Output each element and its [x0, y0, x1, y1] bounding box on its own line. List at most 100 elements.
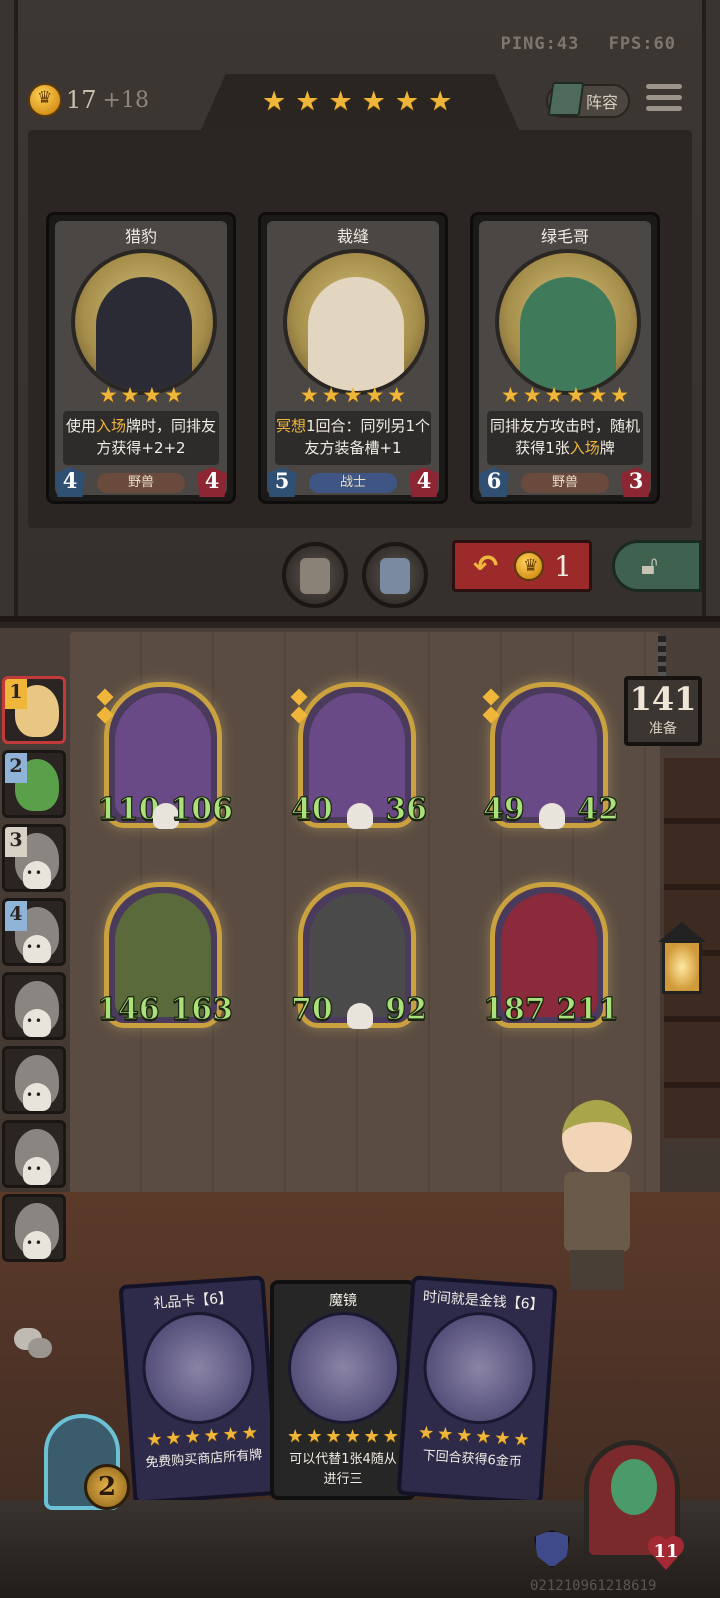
board-minion[interactable]: 187 211	[482, 882, 620, 1028]
street-lamp	[654, 910, 710, 1020]
hand-card[interactable]: 礼品卡【6】 ★ ★ ★ ★ ★ ★ 免费购买商店所有牌	[118, 1275, 280, 1505]
minion-health: 42	[577, 792, 620, 827]
card-description: 同排友方攻击时，随机获得1张入场牌	[487, 411, 643, 465]
player-slot[interactable]: 3	[2, 824, 66, 892]
gift-card-art	[138, 1308, 259, 1428]
ready-counter: 141 准备	[624, 676, 702, 746]
skull-icon	[23, 1009, 51, 1037]
skull-icon	[23, 1157, 51, 1185]
board-minion[interactable]: 110 106	[96, 682, 234, 829]
star-icon: ★	[287, 1426, 304, 1447]
attack-value: 6	[479, 467, 509, 497]
star-icon: ★	[382, 1426, 399, 1447]
refresh-cost: 1	[554, 549, 572, 583]
magic-mirror-art	[288, 1312, 400, 1424]
star-icon: ★	[544, 383, 564, 407]
star-icon: ★	[588, 383, 608, 407]
skull-icon	[23, 1231, 51, 1259]
player-slot[interactable]	[2, 1046, 66, 1114]
attack-value: 4	[55, 467, 85, 497]
player-rank: 4	[5, 901, 27, 931]
minion-attack: 146	[96, 992, 160, 1027]
player-slot[interactable]: 1	[2, 676, 66, 744]
lock-button[interactable]: 🔓︎	[612, 540, 702, 592]
hero-avatar	[548, 1094, 644, 1294]
minion-health: 92	[385, 992, 428, 1027]
lantern-icon	[380, 558, 410, 594]
gold-coin-icon	[514, 551, 545, 581]
star-icon: ★	[394, 86, 420, 117]
minion-attack: 40	[290, 792, 333, 827]
star-icon: ★	[474, 1426, 493, 1449]
player-rank: 2	[5, 753, 27, 783]
health-value: 4	[409, 467, 439, 497]
card-name: 裁缝	[336, 227, 369, 246]
star-icon: ★	[164, 1427, 183, 1450]
lock-icon: 🔓︎	[641, 551, 658, 581]
health-value: 4	[197, 467, 227, 497]
tribe-label: 战士	[309, 473, 397, 493]
star-icon: ★	[164, 383, 184, 407]
minion-health: 106	[170, 792, 234, 827]
tavern-tier-button[interactable]: 2	[34, 1414, 138, 1514]
refresh-icon: ↶	[473, 548, 499, 584]
hand-card-name: 魔镜	[329, 1293, 357, 1309]
star-icon: ★	[145, 1428, 164, 1451]
card-name: 绿毛哥	[540, 227, 589, 246]
card-stars: ★ ★ ★ ★	[49, 385, 233, 406]
panther-art	[96, 277, 192, 391]
minion-health: 211	[556, 992, 620, 1027]
star-icon: ★	[222, 1423, 240, 1446]
hand-card[interactable]: 魔镜 ★ ★ ★ ★ ★ ★ 可以代替1张4随从进行三	[270, 1280, 416, 1500]
star-icon: ★	[387, 383, 407, 407]
attack-value: 5	[267, 467, 297, 497]
card-description: 冥想1回合：同列另1个友方装备槽+1	[275, 411, 431, 465]
ready-count: 141	[629, 680, 697, 718]
gold-counter: 17 +18	[28, 82, 149, 118]
tavern-tier: 2	[84, 1464, 130, 1510]
shop-card[interactable]: 猎豹 ★ ★ ★ ★ 使用入场牌时，同排友方获得+2+2 4 野兽 4	[46, 212, 236, 504]
star-icon: ★	[363, 1426, 380, 1447]
board-minion[interactable]: 146 163	[96, 882, 234, 1028]
star-icon: ★	[299, 383, 319, 407]
menu-button[interactable]	[646, 84, 682, 116]
star-icon: ★	[522, 383, 542, 407]
ping-readout: PING:43	[500, 34, 580, 54]
freeze-button[interactable]	[362, 542, 428, 608]
player-slot[interactable]	[2, 1194, 66, 1262]
board-minion[interactable]: 40 36	[290, 682, 428, 829]
star-icon: ★	[183, 1426, 202, 1449]
chain-decoration	[658, 636, 666, 678]
fps-readout: FPS:60	[608, 34, 676, 54]
star-icon: ★	[120, 383, 140, 407]
board-minion[interactable]: 49 42	[482, 682, 620, 829]
trinket-button[interactable]	[282, 542, 348, 608]
network-status: PING:43 FPS:60	[483, 34, 676, 54]
minion-attack: 187	[482, 992, 546, 1027]
player-rank: 1	[5, 679, 27, 709]
star-icon: ★	[417, 1422, 435, 1445]
star-icon: ★	[361, 86, 386, 117]
star-icon: ★	[493, 1427, 512, 1450]
hand-card-name: 礼品卡【6】	[152, 1290, 233, 1312]
card-description: 使用入场牌时，同排友方获得+2+2	[63, 411, 219, 465]
user-id: 0212109612186​19	[530, 1578, 657, 1594]
player-slot[interactable]	[2, 1120, 66, 1188]
skull-icon	[23, 1083, 51, 1111]
star-icon: ★	[241, 1422, 259, 1445]
skull-icon	[347, 1003, 373, 1029]
gold-bonus: +18	[102, 87, 149, 113]
shop-card[interactable]: 绿毛哥 ★ ★ ★ ★ ★ ★ 同排友方攻击时，随机获得1张入场牌 6 野兽 3	[470, 212, 660, 504]
board-minion[interactable]: 70 92	[290, 882, 428, 1029]
player-slot[interactable]: 2	[2, 750, 66, 818]
player-slot[interactable]	[2, 972, 66, 1040]
shop-card[interactable]: 裁缝 ★ ★ ★ ★ ★ 冥想1回合：同列另1个友方装备槽+1 5 战士 4	[258, 212, 448, 504]
hand-card[interactable]: 时间就是金钱【6】 ★ ★ ★ ★ ★ ★ 下回合获得6金币	[396, 1275, 558, 1505]
chat-button[interactable]	[14, 1328, 54, 1362]
player-slot[interactable]: 4	[2, 898, 66, 966]
star-icon: ★	[566, 383, 586, 407]
refresh-button[interactable]: ↶ 1	[452, 540, 592, 592]
star-icon: ★	[325, 1426, 342, 1447]
tribe-label: 野兽	[97, 473, 185, 493]
star-icon: ★	[295, 86, 320, 117]
